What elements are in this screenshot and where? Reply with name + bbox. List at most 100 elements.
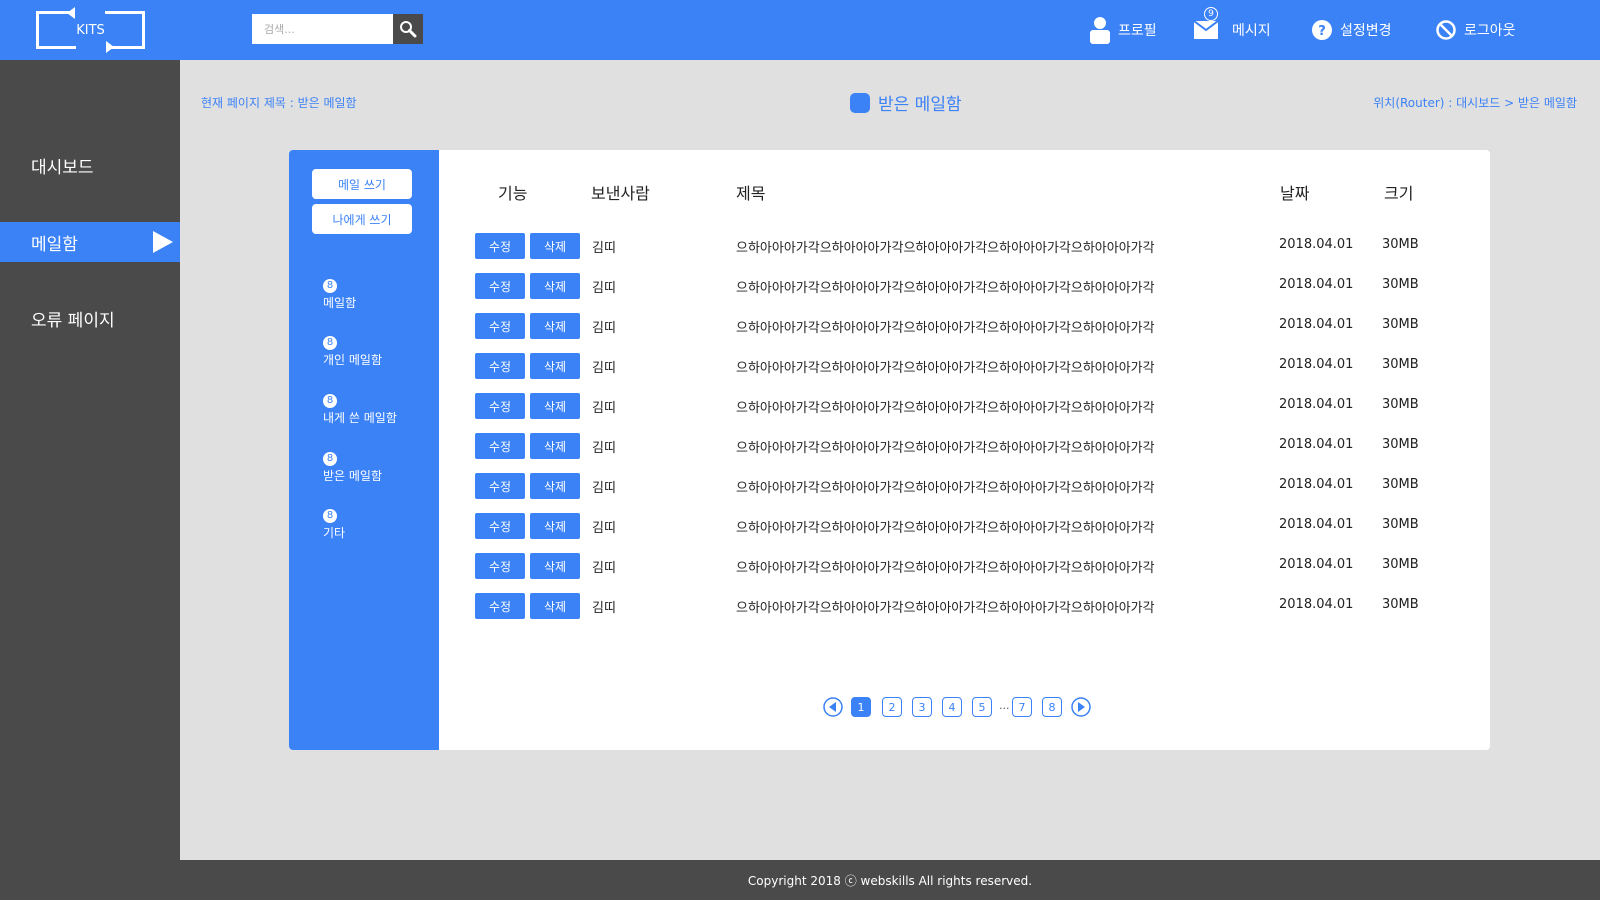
top-header: KITS 프로필 9 메시지 ? 설정변경 로그아웃 — [0, 0, 1600, 60]
mailbox-count: 8 — [323, 279, 337, 293]
subject-cell[interactable]: 으하아아아가각으하아아아가각으하아아아가각으하아아아가각으하아아아가각 — [736, 597, 1155, 616]
delete-button[interactable]: 삭제 — [530, 313, 580, 339]
title-square-icon — [850, 92, 870, 113]
chevron-left-icon — [823, 697, 843, 717]
page-button[interactable]: 5 — [972, 697, 992, 717]
user-icon — [1090, 16, 1110, 44]
write-mail-button[interactable]: 메일 쓰기 — [312, 169, 412, 199]
table-row: 수정 삭제 김띠 으하아아아가각으하아아아가각으하아아아가각으하아아아가각으하아아아가… — [475, 353, 1455, 379]
date-cell: 2018.04.01 — [1279, 517, 1354, 532]
subject-cell[interactable]: 으하아아아가각으하아아아가각으하아아아가각으하아아아가각으하아아아가각 — [736, 237, 1155, 256]
size-cell: 30MB — [1382, 277, 1419, 292]
svg-text:?: ? — [1318, 24, 1326, 39]
message-badge: 9 — [1204, 7, 1218, 21]
mail-icon: 9 — [1194, 7, 1218, 39]
mailbox-item-inbox[interactable]: 8 받은 메일함 — [323, 452, 382, 484]
date-cell: 2018.04.01 — [1279, 317, 1354, 332]
sender-cell: 김띠 — [592, 441, 616, 456]
pagination-ellipsis: ... — [999, 699, 1010, 712]
size-cell: 30MB — [1382, 317, 1419, 332]
sidebar-item-dashboard[interactable]: 대시보드 — [0, 145, 180, 185]
edit-button[interactable]: 수정 — [475, 313, 525, 339]
page-button[interactable]: 2 — [882, 697, 902, 717]
nav-message-label: 메시지 — [1232, 23, 1271, 39]
sidebar-item-label: 대시보드 — [31, 157, 94, 178]
sender-cell: 김띠 — [592, 561, 616, 576]
delete-button[interactable]: 삭제 — [530, 273, 580, 299]
next-page-button[interactable] — [1071, 697, 1091, 717]
edit-button[interactable]: 수정 — [475, 233, 525, 259]
edit-button[interactable]: 수정 — [475, 513, 525, 539]
block-icon — [1436, 20, 1456, 40]
mailbox-item-personal[interactable]: 8 개인 메일함 — [323, 336, 382, 368]
edit-button[interactable]: 수정 — [475, 433, 525, 459]
nav-message[interactable]: 9 메시지 — [1194, 0, 1271, 60]
subject-cell[interactable]: 으하아아아가각으하아아아가각으하아아아가각으하아아아가각으하아아아가각 — [736, 277, 1155, 296]
sender-cell: 김띠 — [592, 601, 616, 616]
search-input[interactable] — [252, 14, 394, 44]
logo[interactable]: KITS — [36, 7, 145, 53]
sidebar-item-mailbox[interactable]: 메일함 — [0, 222, 180, 262]
table-row: 수정 삭제 김띠 으하아아아가각으하아아아가각으하아아아가각으하아아아가각으하아아아가… — [475, 433, 1455, 459]
size-cell: 30MB — [1382, 477, 1419, 492]
mailbox-count: 8 — [323, 336, 337, 350]
page-title-text: 받은 메일함 — [878, 95, 962, 115]
play-arrow-icon — [153, 231, 173, 253]
mailbox-label: 메일함 — [323, 296, 357, 310]
edit-button[interactable]: 수정 — [475, 553, 525, 579]
sidebar-item-label: 오류 페이지 — [31, 310, 115, 331]
delete-button[interactable]: 삭제 — [530, 553, 580, 579]
edit-button[interactable]: 수정 — [475, 393, 525, 419]
date-cell: 2018.04.01 — [1279, 397, 1354, 412]
edit-button[interactable]: 수정 — [475, 473, 525, 499]
mailbox-item-other[interactable]: 8 기타 — [323, 509, 345, 541]
breadcrumb: 위치(Router) : 대시보드 > 받은 메일함 — [1373, 96, 1577, 110]
edit-button[interactable]: 수정 — [475, 593, 525, 619]
nav-logout[interactable]: 로그아웃 — [1436, 0, 1516, 60]
search-icon — [400, 21, 417, 38]
subject-cell[interactable]: 으하아아아가각으하아아아가각으하아아아가각으하아아아가각으하아아아가각 — [736, 357, 1155, 376]
subject-cell[interactable]: 으하아아아가각으하아아아가각으하아아아가각으하아아아가각으하아아아가각 — [736, 557, 1155, 576]
subject-cell[interactable]: 으하아아아가각으하아아아가각으하아아아가각으하아아아가각으하아아아가각 — [736, 397, 1155, 416]
page-button[interactable]: 7 — [1012, 697, 1032, 717]
date-cell: 2018.04.01 — [1279, 437, 1354, 452]
mailbox-label: 개인 메일함 — [323, 353, 383, 367]
delete-button[interactable]: 삭제 — [530, 593, 580, 619]
edit-button[interactable]: 수정 — [475, 353, 525, 379]
delete-button[interactable]: 삭제 — [530, 473, 580, 499]
subject-cell[interactable]: 으하아아아가각으하아아아가각으하아아아가각으하아아아가각으하아아아가각 — [736, 317, 1155, 336]
column-header-subject: 제목 — [736, 184, 766, 203]
sender-cell: 김띠 — [592, 521, 616, 536]
page-button[interactable]: 8 — [1042, 697, 1062, 717]
subject-cell[interactable]: 으하아아아가각으하아아아가각으하아아아가각으하아아아가각으하아아아가각 — [736, 517, 1155, 536]
page-button[interactable]: 3 — [912, 697, 932, 717]
subject-cell[interactable]: 으하아아아가각으하아아아가각으하아아아가각으하아아아가각으하아아아가각 — [736, 437, 1155, 456]
sender-cell: 김띠 — [592, 281, 616, 296]
mailbox-count: 8 — [323, 394, 337, 408]
table-row: 수정 삭제 김띠 으하아아아가각으하아아아가각으하아아아가각으하아아아가각으하아아아가… — [475, 513, 1455, 539]
mailbox-item-mail[interactable]: 8 메일함 — [323, 279, 356, 311]
mailbox-item-self-sent[interactable]: 8 내게 쓴 메일함 — [323, 394, 397, 426]
size-cell: 30MB — [1382, 437, 1419, 452]
date-cell: 2018.04.01 — [1279, 597, 1354, 612]
nav-settings[interactable]: ? 설정변경 — [1312, 0, 1392, 60]
sender-cell: 김띠 — [592, 321, 616, 336]
column-header-sender: 보낸사람 — [591, 184, 650, 203]
edit-button[interactable]: 수정 — [475, 273, 525, 299]
delete-button[interactable]: 삭제 — [530, 433, 580, 459]
page-button[interactable]: 1 — [851, 697, 871, 717]
delete-button[interactable]: 삭제 — [530, 393, 580, 419]
current-page-title: 현재 페이지 제목 : 받은 메일함 — [201, 96, 357, 110]
page-button[interactable]: 4 — [942, 697, 962, 717]
date-cell: 2018.04.01 — [1279, 557, 1354, 572]
sender-cell: 김띠 — [592, 361, 616, 376]
sidebar-item-error-page[interactable]: 오류 페이지 — [0, 298, 180, 338]
prev-page-button[interactable] — [823, 697, 843, 717]
nav-profile[interactable]: 프로필 — [1090, 0, 1157, 60]
write-to-self-button[interactable]: 나에게 쓰기 — [312, 204, 412, 234]
delete-button[interactable]: 삭제 — [530, 513, 580, 539]
delete-button[interactable]: 삭제 — [530, 353, 580, 379]
search-button[interactable] — [393, 14, 423, 44]
subject-cell[interactable]: 으하아아아가각으하아아아가각으하아아아가각으하아아아가각으하아아아가각 — [736, 477, 1155, 496]
delete-button[interactable]: 삭제 — [530, 233, 580, 259]
